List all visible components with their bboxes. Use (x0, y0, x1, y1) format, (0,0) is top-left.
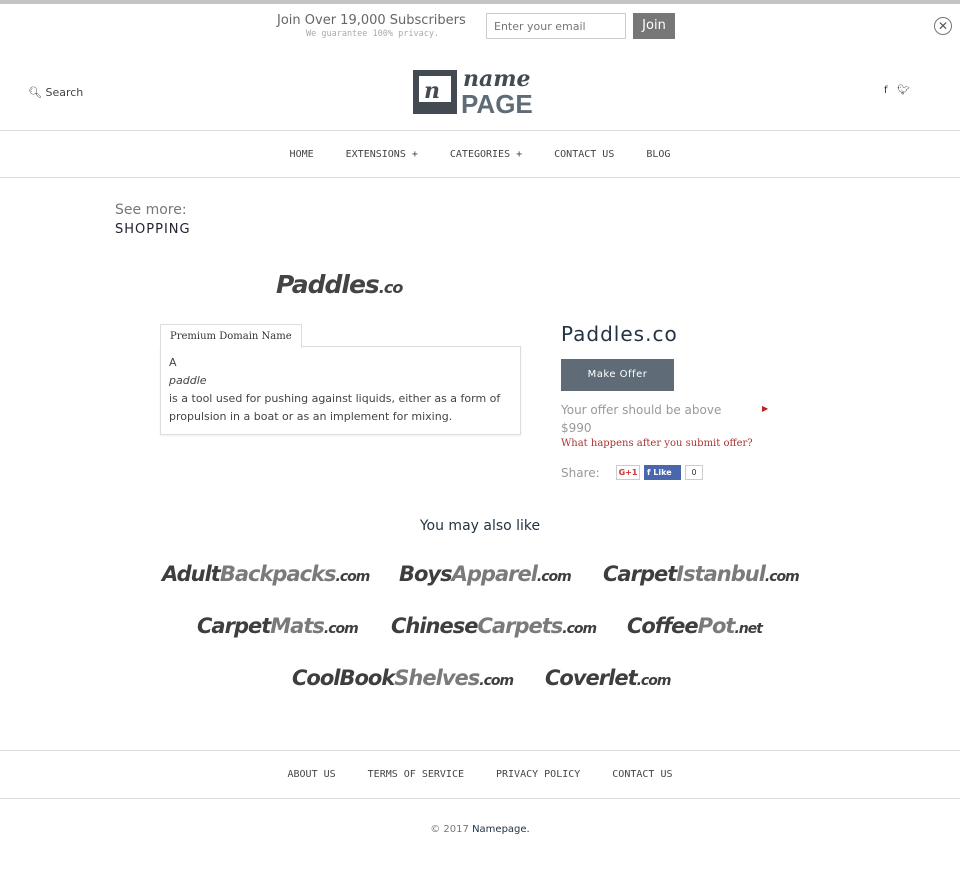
search-link[interactable]: 🔍︎ Search (28, 86, 83, 99)
nav-extensions[interactable]: EXTENSIONS + (346, 149, 418, 160)
related-domain-part: .com (536, 569, 572, 585)
also-like-title: You may also like (419, 518, 541, 534)
related-domain-part: Boys (399, 562, 453, 586)
related-domain-part: .com (636, 673, 672, 689)
main-nav: HOME EXTENSIONS + CATEGORIES + CONTACT U… (0, 130, 960, 178)
footer-privacy[interactable]: PRIVACY POLICY (496, 769, 580, 780)
related-domain-part: Backpacks (219, 562, 337, 586)
related-domain-part: .com (323, 621, 359, 637)
domain-logo: Paddles.co (276, 270, 403, 299)
nav-contact[interactable]: CONTACT US (554, 149, 614, 160)
related-domain[interactable]: Coverlet.com (545, 666, 672, 690)
related-domain[interactable]: ChineseCarpets.com (391, 614, 597, 638)
search-label: Search (45, 86, 84, 99)
brand-link[interactable]: Namepage. (472, 824, 530, 835)
what-happens-link[interactable]: What happens after you submit offer? (561, 438, 753, 449)
related-domain-part: Coverlet (545, 666, 638, 690)
copyright: © 2017 Namepage. (430, 824, 530, 835)
related-domain-part: .com (479, 673, 514, 689)
related-domain-part: Coffee (627, 614, 699, 638)
domain-title: Paddles.co (561, 322, 678, 346)
related-domain-part: Chinese (391, 614, 478, 638)
nav-home[interactable]: HOME (290, 149, 314, 160)
like-count: 0 (685, 465, 703, 480)
related-domain[interactable]: CarpetMats.com (197, 614, 359, 638)
search-icon: 🔍︎ (28, 86, 46, 99)
related-domain-part: Istanbul (676, 562, 766, 586)
footer-terms[interactable]: TERMS OF SERVICE (368, 769, 464, 780)
category-link[interactable]: SHOPPING (115, 222, 191, 237)
related-domain-part: Shelves (394, 666, 480, 690)
related-domain[interactable]: BoysApparel.com (399, 562, 572, 586)
caret-right-icon[interactable]: ▶ (762, 404, 768, 413)
see-more-label: See more: (115, 202, 187, 218)
footer-contact[interactable]: CONTACT US (612, 769, 672, 780)
nav-blog[interactable]: BLOG (646, 149, 670, 160)
twitter-icon[interactable]: 🐦︎ (897, 85, 910, 96)
related-domain[interactable]: CoolBookShelves.com (292, 666, 514, 690)
related-domain-part: Apparel (451, 562, 538, 586)
svg-text:PAGE: PAGE (461, 89, 533, 114)
nav-categories[interactable]: CATEGORIES + (450, 149, 522, 160)
related-domain-part: .com (764, 569, 800, 585)
logo[interactable]: n name PAGE (413, 66, 548, 114)
related-domain[interactable]: CarpetIstanbul.com (603, 562, 800, 586)
related-domain-part: Pot (697, 614, 736, 638)
footer-about[interactable]: ABOUT US (287, 769, 335, 780)
tab-premium-domain[interactable]: Premium Domain Name (160, 324, 302, 348)
related-domain-part: Carpet (197, 614, 271, 638)
related-domain-part: CoolBook (292, 666, 395, 690)
svg-text:n: n (424, 78, 440, 104)
close-icon[interactable]: ✕ (934, 17, 952, 35)
related-domain[interactable]: CoffeePot.net (627, 614, 763, 638)
subscribe-title: Join Over 19,000 Subscribers (277, 13, 466, 28)
related-domain-part: .net (734, 621, 763, 637)
email-input[interactable] (486, 13, 626, 39)
related-domain-part: .com (335, 569, 371, 585)
share-label: Share: (561, 466, 600, 480)
footer-nav: ABOUT US TERMS OF SERVICE PRIVACY POLICY… (0, 750, 960, 799)
related-domain-part: Carpet (603, 562, 677, 586)
make-offer-button[interactable]: Make Offer (561, 359, 674, 391)
related-domain-part: Adult (162, 562, 221, 586)
domain-description: Apaddle is a tool used for pushing agains… (160, 346, 521, 435)
facebook-like-button[interactable]: f Like (644, 465, 681, 480)
offer-note: Your offer should be above $990 (561, 403, 722, 435)
privacy-note: We guarantee 100% privacy. (306, 29, 440, 39)
related-domain-part: Carpets (477, 614, 564, 638)
join-button[interactable]: Join (633, 13, 675, 39)
related-domain[interactable]: AdultBackpacks.com (162, 562, 371, 586)
related-domain-part: .com (562, 621, 597, 637)
google-plus-button[interactable]: G+1 (616, 465, 640, 480)
facebook-icon[interactable]: f (884, 85, 888, 96)
related-domain-part: Mats (270, 614, 325, 638)
